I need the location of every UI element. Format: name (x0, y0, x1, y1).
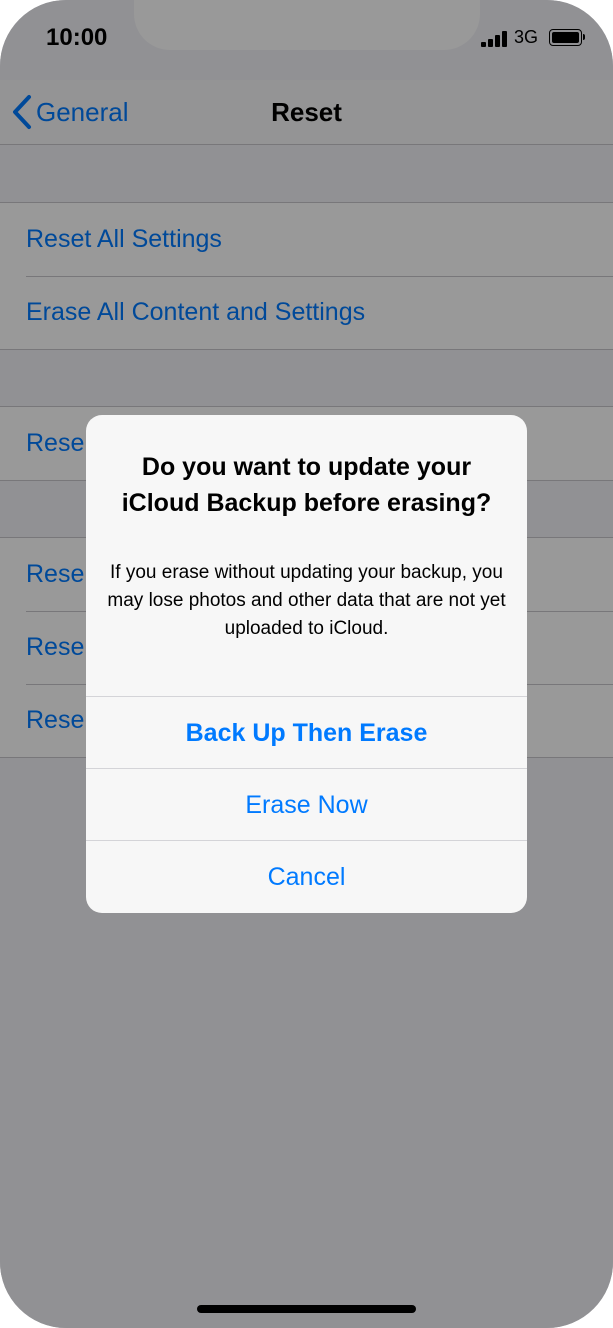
home-indicator[interactable] (197, 1305, 416, 1313)
backup-alert-dialog: Do you want to update your iCloud Backup… (86, 415, 527, 913)
phone-frame: 10:00 3G General Reset Reset All Setting… (0, 0, 613, 1328)
cancel-button[interactable]: Cancel (86, 840, 527, 913)
back-up-then-erase-button[interactable]: Back Up Then Erase (86, 696, 527, 769)
settings-screen: 10:00 3G General Reset Reset All Setting… (0, 0, 613, 1328)
alert-message: If you erase without updating your backu… (107, 562, 506, 639)
alert-title: Do you want to update your iCloud Backup… (121, 453, 492, 517)
erase-now-button[interactable]: Erase Now (86, 768, 527, 841)
